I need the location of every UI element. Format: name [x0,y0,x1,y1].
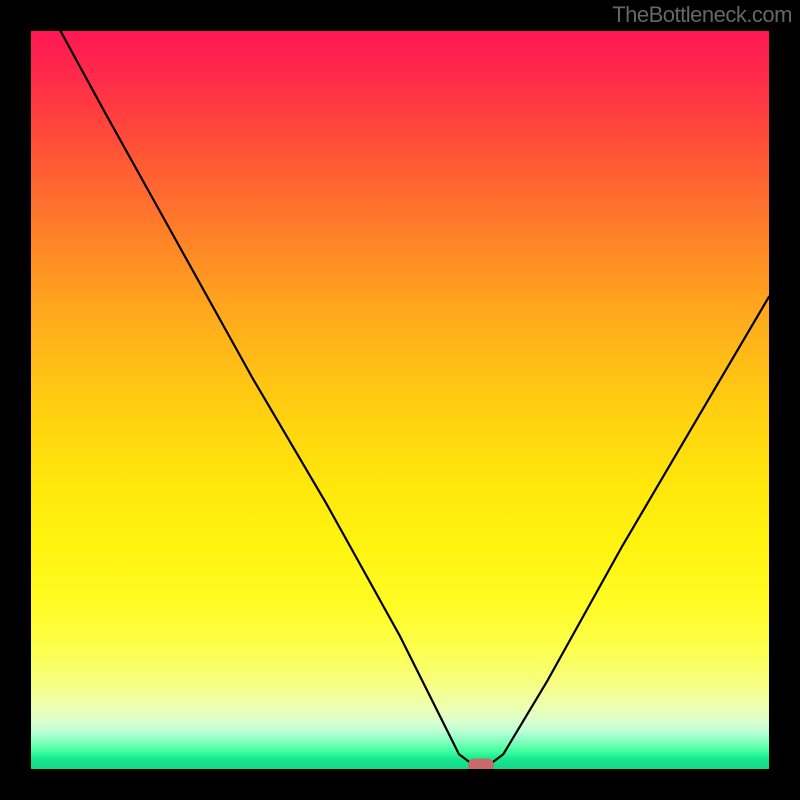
watermark-text: TheBottleneck.com [612,2,792,28]
curve-svg [31,31,769,769]
chart-container: TheBottleneck.com [0,0,800,800]
minimum-marker [468,759,494,769]
bottleneck-curve-line [61,31,770,765]
plot-area [31,31,769,769]
